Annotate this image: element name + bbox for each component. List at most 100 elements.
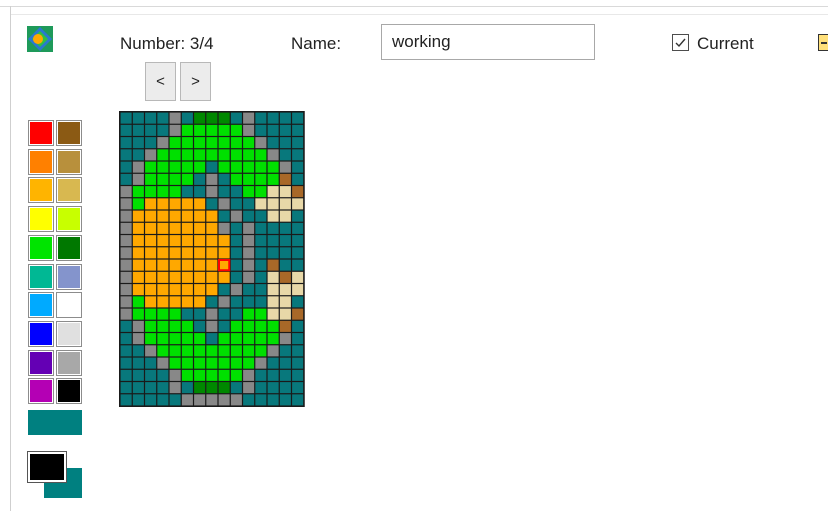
pixel-cell[interactable] xyxy=(206,198,218,210)
pixel-cell[interactable] xyxy=(145,259,157,271)
pixel-cell[interactable] xyxy=(120,186,132,198)
pixel-cell[interactable] xyxy=(206,149,218,161)
pixel-cell[interactable] xyxy=(267,382,279,394)
pixel-cell[interactable] xyxy=(132,345,144,357)
pixel-cell[interactable] xyxy=(157,259,169,271)
pixel-cell[interactable] xyxy=(194,394,206,406)
pixel-cell[interactable] xyxy=(145,394,157,406)
pixel-cell[interactable] xyxy=(230,173,242,185)
pixel-cell[interactable] xyxy=(120,161,132,173)
pixel-cell[interactable] xyxy=(218,173,230,185)
pixel-cell[interactable] xyxy=(169,296,181,308)
pixel-cell[interactable] xyxy=(194,222,206,234)
pixel-cell[interactable] xyxy=(157,186,169,198)
pixel-cell[interactable] xyxy=(218,149,230,161)
pixel-cell[interactable] xyxy=(206,333,218,345)
pixel-cell[interactable] xyxy=(120,210,132,222)
pixel-cell[interactable] xyxy=(243,259,255,271)
pixel-cell[interactable] xyxy=(157,173,169,185)
pixel-cell[interactable] xyxy=(255,198,267,210)
pixel-cell[interactable] xyxy=(132,271,144,283)
pixel-cell[interactable] xyxy=(145,382,157,394)
pixel-cell[interactable] xyxy=(206,320,218,332)
pixel-cell[interactable] xyxy=(230,235,242,247)
pixel-cell[interactable] xyxy=(267,369,279,381)
pixel-cell[interactable] xyxy=(132,284,144,296)
pixel-cell[interactable] xyxy=(120,357,132,369)
pixel-cell[interactable] xyxy=(255,296,267,308)
pixel-cell[interactable] xyxy=(206,124,218,136)
pixel-cell[interactable] xyxy=(194,357,206,369)
pixel-cell[interactable] xyxy=(181,112,193,124)
pixel-cell[interactable] xyxy=(255,210,267,222)
palette-swatch[interactable] xyxy=(28,177,54,204)
pixel-cell[interactable] xyxy=(292,222,304,234)
pixel-cell[interactable] xyxy=(120,149,132,161)
pixel-cell[interactable] xyxy=(194,271,206,283)
pixel-cell[interactable] xyxy=(279,369,291,381)
pixel-cell[interactable] xyxy=(157,149,169,161)
pixel-cell[interactable] xyxy=(279,186,291,198)
pixel-cell[interactable] xyxy=(157,137,169,149)
pixel-cell[interactable] xyxy=(218,320,230,332)
pixel-cell[interactable] xyxy=(292,369,304,381)
pixel-cell[interactable] xyxy=(157,284,169,296)
pixel-cell[interactable] xyxy=(169,284,181,296)
pixel-cell[interactable] xyxy=(230,369,242,381)
pixel-cell[interactable] xyxy=(279,296,291,308)
pixel-cell[interactable] xyxy=(243,149,255,161)
pixel-cell[interactable] xyxy=(181,308,193,320)
pixel-cell[interactable] xyxy=(157,382,169,394)
pixel-cell[interactable] xyxy=(255,320,267,332)
pixel-cell[interactable] xyxy=(255,382,267,394)
pixel-cell[interactable] xyxy=(181,382,193,394)
pixel-cell[interactable] xyxy=(206,271,218,283)
pixel-cell[interactable] xyxy=(157,296,169,308)
pixel-cell[interactable] xyxy=(230,394,242,406)
pixel-cell[interactable] xyxy=(218,271,230,283)
pixel-cell[interactable] xyxy=(120,333,132,345)
pixel-cell[interactable] xyxy=(194,284,206,296)
pixel-cell[interactable] xyxy=(145,333,157,345)
pixel-cell[interactable] xyxy=(206,382,218,394)
pixel-cell[interactable] xyxy=(279,394,291,406)
pixel-cell[interactable] xyxy=(218,357,230,369)
pixel-cell[interactable] xyxy=(218,382,230,394)
pixel-cell[interactable] xyxy=(267,308,279,320)
pixel-cell[interactable] xyxy=(267,137,279,149)
pixel-cell[interactable] xyxy=(157,161,169,173)
pixel-cell[interactable] xyxy=(145,235,157,247)
pixel-cell[interactable] xyxy=(120,235,132,247)
pixel-cell[interactable] xyxy=(169,394,181,406)
pixel-cell[interactable] xyxy=(292,235,304,247)
pixel-cell[interactable] xyxy=(218,259,230,271)
pixel-cell[interactable] xyxy=(279,222,291,234)
pixel-cell[interactable] xyxy=(267,320,279,332)
palette-swatch[interactable] xyxy=(56,292,82,319)
pixel-cell[interactable] xyxy=(194,149,206,161)
pixel-cell[interactable] xyxy=(157,124,169,136)
pixel-cell[interactable] xyxy=(206,296,218,308)
pixel-cell[interactable] xyxy=(206,369,218,381)
pixel-cell[interactable] xyxy=(243,369,255,381)
pixel-cell[interactable] xyxy=(145,271,157,283)
palette-swatch-wide[interactable] xyxy=(28,410,82,435)
pixel-cell[interactable] xyxy=(243,124,255,136)
palette-swatch[interactable] xyxy=(28,320,54,347)
pixel-cell[interactable] xyxy=(132,161,144,173)
pixel-cell[interactable] xyxy=(194,186,206,198)
pixel-cell[interactable] xyxy=(206,284,218,296)
pixel-cell[interactable] xyxy=(206,394,218,406)
pixel-cell[interactable] xyxy=(120,345,132,357)
pixel-cell[interactable] xyxy=(132,296,144,308)
pixel-cell[interactable] xyxy=(267,210,279,222)
pixel-cell[interactable] xyxy=(181,259,193,271)
pixel-cell[interactable] xyxy=(145,345,157,357)
pixel-cell[interactable] xyxy=(255,271,267,283)
pixel-cell[interactable] xyxy=(267,271,279,283)
pixel-cell[interactable] xyxy=(218,308,230,320)
pixel-cell[interactable] xyxy=(169,247,181,259)
pixel-cell[interactable] xyxy=(255,124,267,136)
pixel-cell[interactable] xyxy=(157,320,169,332)
palette-swatch[interactable] xyxy=(56,234,82,261)
